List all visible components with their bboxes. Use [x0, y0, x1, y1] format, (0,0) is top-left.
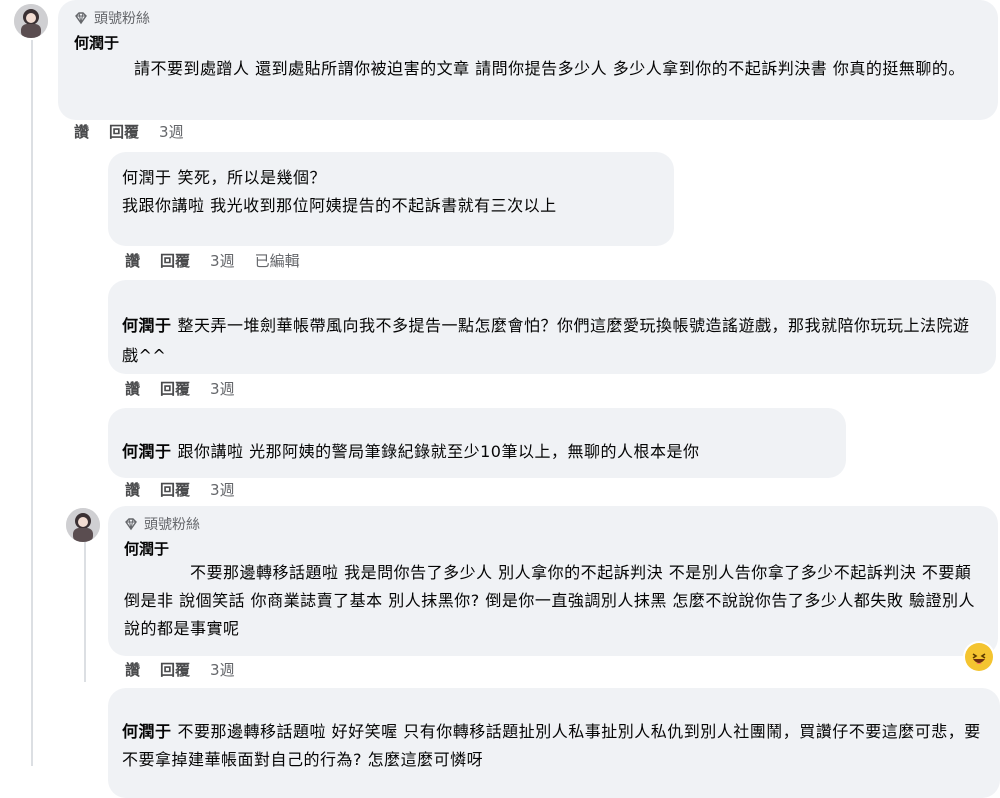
comment-text: 不要那邊轉移話題啦 我是問你告了多少人 別人拿你的不起訴判決 不是別人告你拿了多…: [124, 563, 976, 638]
comment-time[interactable]: 3週: [210, 659, 235, 680]
comment-actions: 讚 回覆 3週: [74, 121, 184, 142]
comment-actions: 讚 回覆 3週: [125, 659, 235, 680]
comment-bubble: 頭號粉絲 何潤于 請不要到處蹭人 還到處貼所謂你被迫害的文章 請問你提告多少人 …: [58, 0, 998, 120]
comment-text: 請不要到處蹭人 還到處貼所謂你被迫害的文章 請問你提告多少人 多少人拿到你的不起…: [134, 59, 965, 78]
edited-label: 已編輯: [254, 252, 300, 270]
comment-bubble: 何潤于 不要那邊轉移話題啦 好好笑喔 只有你轉移話題扯別人私事扯別人私仇到別人社團…: [108, 688, 1000, 798]
diamond-icon: [75, 12, 87, 25]
comment-bubble: 何潤于 整天弄一堆劍華帳帶風向我不多提告一點怎麼會怕？你們這麼愛玩換帳號造謠遊戲，…: [108, 280, 996, 374]
comment-actions: 讚 回覆 3週: [125, 479, 235, 500]
like-button[interactable]: 讚: [125, 659, 140, 680]
comment-text: 何潤于 跟你講啦 光那阿姨的警局筆錄紀錄就至少10筆以上，無聊的人根本是你: [122, 442, 700, 461]
badge-label: 頭號粉絲: [94, 11, 150, 27]
comment-text: 何潤于 笑死，所以是幾個？: [122, 164, 660, 192]
comment-bubble: 何潤于 笑死，所以是幾個？ 我跟你講啦 我光收到那位阿姨提告的不起訴書就有三次以上: [108, 152, 674, 246]
reply-button[interactable]: 回覆: [109, 121, 139, 142]
comment-bubble: 頭號粉絲 何潤于 不要那邊轉移話題啦 我是問你告了多少人 別人拿你的不起訴判決 …: [108, 506, 998, 656]
avatar[interactable]: [66, 508, 100, 542]
thread-line: [31, 40, 33, 766]
comment-line: 笑死，所以是幾個？: [177, 168, 327, 187]
comment-text: 何潤于 整天弄一堆劍華帳帶風向我不多提告一點怎麼會怕？你們這麼愛玩換帳號造謠遊戲，…: [122, 316, 970, 365]
like-button[interactable]: 讚: [125, 378, 140, 399]
comment-time[interactable]: 3週: [210, 479, 235, 500]
badge-label: 頭號粉絲: [144, 517, 200, 533]
like-button[interactable]: 讚: [74, 121, 89, 142]
comment-actions: 讚 回覆 3週: [125, 378, 235, 399]
laughing-emoji-icon[interactable]: [965, 643, 993, 671]
mention-link[interactable]: 何潤于: [122, 316, 172, 335]
reply-button[interactable]: 回覆: [160, 250, 190, 271]
comment-actions: 讚 回覆 3週 已編輯: [125, 250, 300, 271]
top-fan-badge: 頭號粉絲: [74, 8, 984, 28]
comment-author[interactable]: 何潤于: [124, 538, 984, 559]
comment-line: 我跟你講啦 我光收到那位阿姨提告的不起訴書就有三次以上: [122, 196, 557, 215]
like-button[interactable]: 讚: [125, 250, 140, 271]
redacted-avatar: [70, 155, 110, 195]
like-button[interactable]: 讚: [125, 479, 140, 500]
avatar[interactable]: [14, 4, 48, 38]
mention-link[interactable]: 何潤于: [122, 168, 172, 187]
mention-link[interactable]: 何潤于: [122, 722, 172, 741]
reply-button[interactable]: 回覆: [160, 659, 190, 680]
comment-time[interactable]: 3週: [210, 250, 235, 271]
comment-author[interactable]: 何潤于: [74, 32, 984, 53]
reply-button[interactable]: 回覆: [160, 378, 190, 399]
diamond-icon: [125, 518, 137, 531]
reply-button[interactable]: 回覆: [160, 479, 190, 500]
comment-bubble: 何潤于 跟你講啦 光那阿姨的警局筆錄紀錄就至少10筆以上，無聊的人根本是你: [108, 408, 846, 478]
comment-time[interactable]: 3週: [159, 121, 184, 142]
mention-link[interactable]: 何潤于: [122, 442, 172, 461]
thread-line: [84, 542, 86, 682]
comment-time[interactable]: 3週: [210, 378, 235, 399]
top-fan-badge: 頭號粉絲: [124, 514, 984, 534]
